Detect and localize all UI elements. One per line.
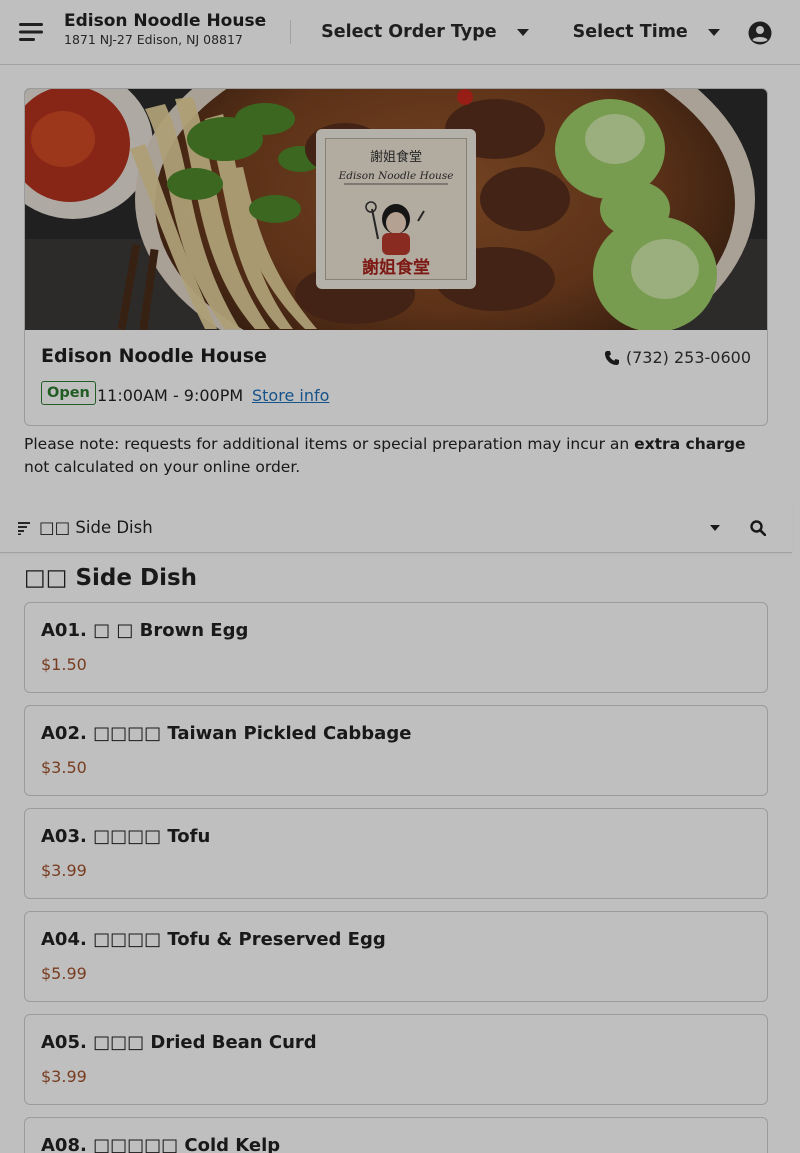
modal-backdrop[interactable] — [0, 0, 800, 1153]
